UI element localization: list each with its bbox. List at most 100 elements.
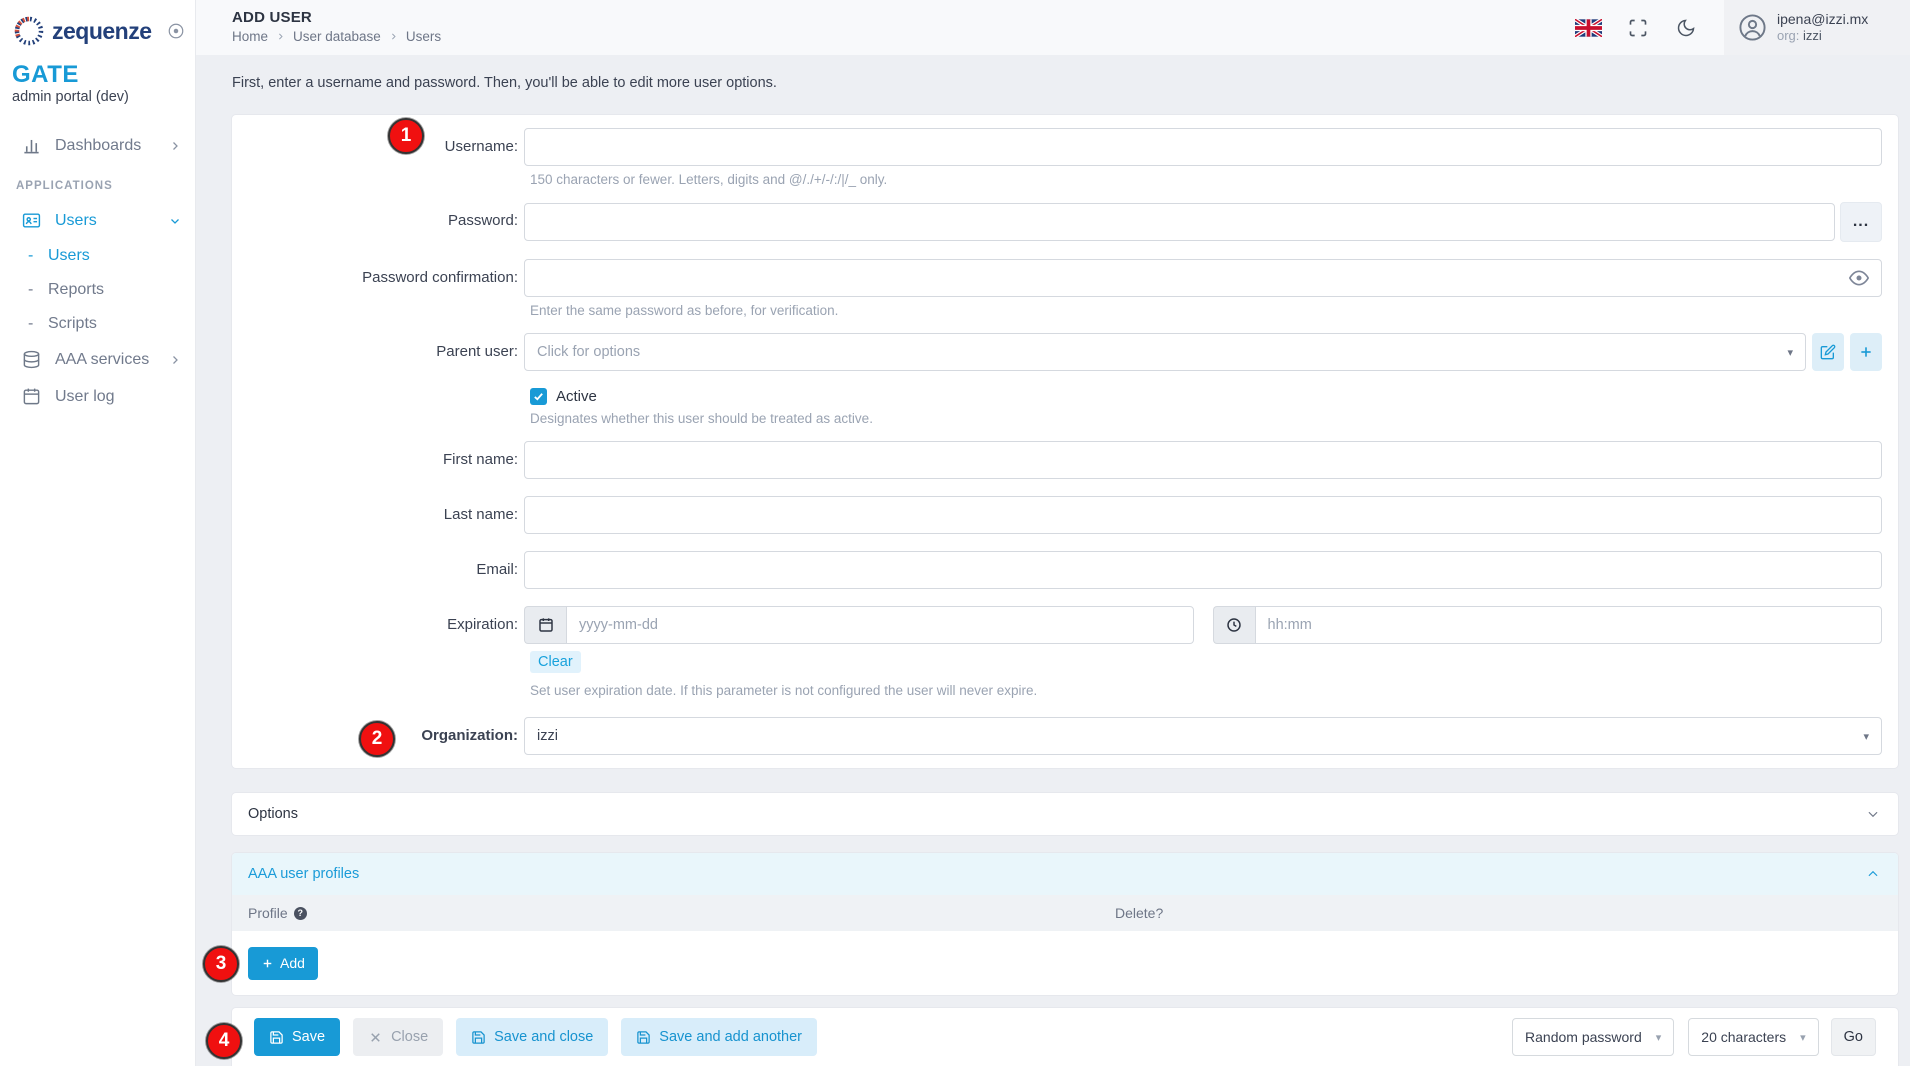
sidebar-item-aaa-services[interactable]: AAA services (0, 341, 195, 378)
sidebar-subitem-label: Users (48, 247, 90, 265)
save-and-close-button[interactable]: Save and close (456, 1018, 608, 1056)
organization-row: Organization: izzi ▾ (232, 717, 1898, 755)
save-label: Save (292, 1029, 325, 1045)
help-question-icon[interactable]: ? (294, 907, 307, 920)
active-help: Designates whether this user should be t… (530, 411, 1898, 426)
brand-name: GATE (12, 62, 183, 87)
sidebar-item-dashboards[interactable]: Dashboards (0, 127, 195, 164)
check-icon (533, 391, 544, 402)
brand-subtitle: admin portal (dev) (12, 89, 183, 105)
username-input[interactable] (524, 128, 1882, 166)
sidebar-subitem-reports[interactable]: - Reports (0, 273, 195, 307)
time-picker-button[interactable] (1213, 606, 1255, 644)
profile-column-header: Profile (248, 905, 288, 921)
sidebar-section-applications: APPLICATIONS (0, 164, 195, 202)
breadcrumb-home[interactable]: Home (232, 29, 268, 44)
add-user-form-card: Username: 150 characters or fewer. Lette… (232, 115, 1898, 768)
user-org: org: izzi (1777, 28, 1868, 44)
aaa-user-profiles-panel: AAA user profiles Profile ? Delete? A (232, 853, 1898, 995)
first-name-row: First name: (232, 441, 1898, 479)
save-floppy-icon (269, 1030, 284, 1045)
close-button[interactable]: Close (353, 1018, 443, 1056)
save-and-add-another-label: Save and add another (659, 1029, 802, 1045)
sidebar-item-label: Users (55, 212, 97, 230)
options-title: Options (248, 806, 298, 822)
breadcrumb-users[interactable]: Users (406, 29, 441, 44)
zequenze-logo-icon (12, 14, 46, 48)
sidebar-item-user-log[interactable]: User log (0, 378, 195, 415)
organization-select[interactable]: izzi ▾ (524, 717, 1882, 755)
random-password-value: Random password (1525, 1029, 1642, 1045)
fullscreen-icon[interactable] (1628, 18, 1648, 38)
first-name-input[interactable] (524, 441, 1882, 479)
plus-icon (1858, 344, 1874, 360)
save-and-add-another-button[interactable]: Save and add another (621, 1018, 817, 1056)
profiles-table-header: Profile ? Delete? (232, 895, 1898, 931)
organization-value: izzi (537, 728, 558, 744)
save-button[interactable]: Save (254, 1018, 340, 1056)
user-email: ipena@izzi.mx (1777, 11, 1868, 29)
password-input[interactable] (524, 203, 1835, 241)
logo-text: zequenze (52, 18, 152, 45)
language-flag-icon[interactable] (1575, 19, 1602, 37)
sidebar-collapse-icon[interactable] (167, 22, 185, 40)
edit-pencil-icon (1820, 344, 1836, 360)
sidebar-subitem-label: Scripts (48, 315, 97, 333)
app-root: zequenze GATE admin portal (dev) Dashboa… (0, 0, 1910, 1066)
step-badge-4: 4 (206, 1023, 242, 1059)
go-button[interactable]: Go (1831, 1018, 1876, 1056)
aaa-panel-header[interactable]: AAA user profiles (232, 853, 1898, 895)
brand-block: GATE admin portal (dev) (0, 48, 195, 105)
clock-icon (1226, 617, 1242, 633)
dash-bullet: - (28, 281, 48, 299)
options-panel[interactable]: Options (232, 793, 1898, 835)
active-checkbox[interactable] (530, 388, 547, 405)
dark-mode-moon-icon[interactable] (1676, 18, 1696, 38)
chevron-right-icon (389, 32, 398, 41)
sidebar-subitem-scripts[interactable]: - Scripts (0, 307, 195, 341)
last-name-input[interactable] (524, 496, 1882, 534)
step-badge-3: 3 (203, 946, 239, 982)
action-footer: Save Close Save and close Save and add a… (232, 1008, 1898, 1066)
password-options-button[interactable]: ... (1840, 202, 1882, 242)
plus-icon (261, 957, 274, 970)
page-title: ADD USER (232, 9, 441, 26)
password-length-select[interactable]: 20 characters ▾ (1688, 1018, 1818, 1056)
last-name-row: Last name: (232, 496, 1898, 534)
chevron-down-icon (1866, 807, 1880, 821)
add-parent-user-button[interactable] (1850, 333, 1882, 371)
password-tools: Random password ▾ 20 characters ▾ Go (1498, 1018, 1876, 1056)
chevron-right-icon (169, 140, 181, 152)
email-row: Email: (232, 551, 1898, 589)
chevron-right-icon (276, 32, 285, 41)
close-label: Close (391, 1029, 428, 1045)
parent-user-label: Parent user: (232, 333, 524, 371)
profiles-table-body: Add (232, 931, 1898, 995)
save-floppy-icon (636, 1030, 651, 1045)
expiration-time-input[interactable] (1255, 606, 1883, 644)
sidebar-subitem-users[interactable]: - Users (0, 239, 195, 273)
password-confirmation-input[interactable] (524, 259, 1882, 297)
expiration-date-input[interactable] (566, 606, 1194, 644)
email-input[interactable] (524, 551, 1882, 589)
aaa-panel-title: AAA user profiles (248, 866, 359, 882)
add-profile-button[interactable]: Add (248, 947, 318, 980)
chevron-up-icon (1866, 867, 1880, 881)
topbar-right: ipena@izzi.mx org: izzi (1575, 0, 1910, 55)
edit-parent-user-button[interactable] (1812, 333, 1844, 371)
chevron-down-icon (169, 215, 181, 227)
date-picker-button[interactable] (524, 606, 566, 644)
random-password-select[interactable]: Random password ▾ (1512, 1018, 1674, 1056)
eye-icon[interactable] (1849, 268, 1869, 288)
top-header: ADD USER Home User database Users (196, 0, 1910, 55)
parent-user-select[interactable]: Click for options ▾ (524, 333, 1806, 371)
sidebar-subitem-label: Reports (48, 281, 104, 299)
user-menu[interactable]: ipena@izzi.mx org: izzi (1724, 0, 1910, 55)
sidebar-item-users-group[interactable]: Users (0, 202, 195, 239)
bar-chart-icon (22, 136, 41, 155)
calendar-icon (538, 617, 554, 633)
parent-user-placeholder: Click for options (537, 344, 640, 360)
active-checkbox-row: Active (530, 388, 1898, 405)
clear-expiration-link[interactable]: Clear (530, 651, 581, 673)
breadcrumb-user-database[interactable]: User database (293, 29, 381, 44)
